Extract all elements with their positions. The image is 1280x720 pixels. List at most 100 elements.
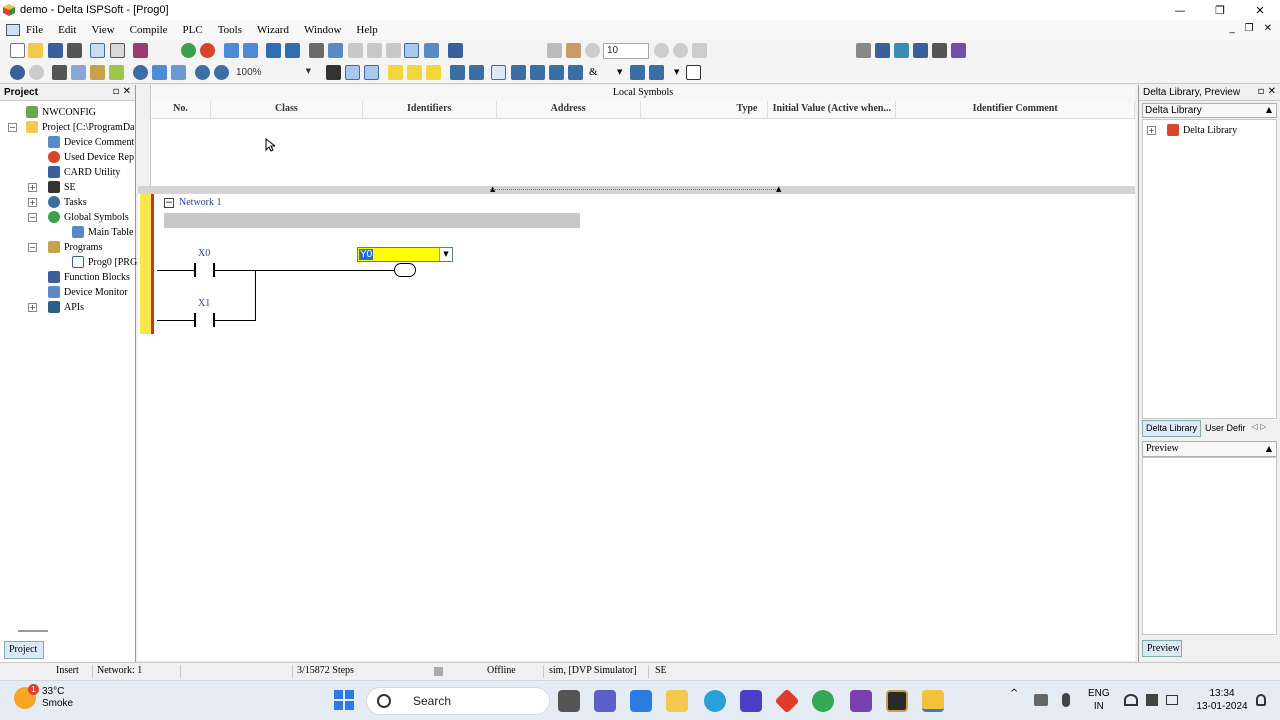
paste-icon[interactable] xyxy=(90,65,105,80)
goto-icon[interactable] xyxy=(171,65,186,80)
store-icon[interactable] xyxy=(630,690,652,712)
project-panel-controls[interactable]: ▫ ✕ xyxy=(113,86,131,97)
ladder-editor[interactable]: − Network 1 X0 X1 Y0 ▼ xyxy=(138,194,1135,661)
windows-start-icon[interactable] xyxy=(334,690,354,710)
tab-project[interactable]: Project xyxy=(4,641,44,659)
tree-item-nwconfig[interactable]: NWCONFIG xyxy=(26,105,96,119)
close-button[interactable]: ✕ xyxy=(1240,0,1280,20)
and-block-button[interactable]: & xyxy=(589,66,598,78)
window-icon[interactable] xyxy=(110,43,125,58)
menu-edit[interactable]: Edit xyxy=(58,24,76,36)
compile-icon[interactable] xyxy=(224,43,239,58)
column-header-identifier-comment[interactable]: Identifier Comment xyxy=(896,101,1135,118)
simulator-icon[interactable] xyxy=(448,43,463,58)
insert-below-icon[interactable] xyxy=(426,65,441,80)
tree-item-apis[interactable]: APIs xyxy=(48,300,84,314)
tree-item-programs[interactable]: Programs xyxy=(48,240,102,254)
network-comment-field[interactable] xyxy=(164,213,580,228)
stop-icon[interactable] xyxy=(200,43,215,58)
save-icon[interactable] xyxy=(48,43,63,58)
menu-file[interactable]: File xyxy=(26,24,43,36)
connect-icon[interactable] xyxy=(309,43,324,58)
teams-icon[interactable] xyxy=(594,690,616,712)
online-mode-icon[interactable] xyxy=(404,43,419,58)
menu-tools[interactable]: Tools xyxy=(218,24,242,36)
copy-icon[interactable] xyxy=(71,65,86,80)
menu-wizard[interactable]: Wizard xyxy=(257,24,289,36)
menu-window[interactable]: Window xyxy=(304,24,341,36)
library-panel-controls[interactable]: ▫ ✕ xyxy=(1258,86,1276,97)
find-icon[interactable] xyxy=(133,65,148,80)
media-app-icon[interactable] xyxy=(740,690,762,712)
chevron-up-icon[interactable]: ^ xyxy=(1010,687,1018,700)
tree-item-project[interactable]: Project [C:\ProgramDa xyxy=(26,120,134,134)
file-explorer-icon[interactable] xyxy=(666,690,688,712)
microphone-icon[interactable] xyxy=(1062,693,1070,707)
tree-item-device-comment[interactable]: Device Comment xyxy=(48,135,134,149)
compile-all-icon[interactable] xyxy=(243,43,258,58)
contact-x0-left[interactable] xyxy=(194,263,196,277)
network-tray-icon[interactable] xyxy=(1034,694,1048,706)
download-icon[interactable] xyxy=(266,43,281,58)
chevron-down-icon[interactable]: ▼ xyxy=(439,248,452,261)
collapse-up-icon[interactable]: ▲ xyxy=(1266,105,1272,114)
volume-icon[interactable] xyxy=(1146,694,1158,706)
pane-splitter[interactable]: ▲ ▲ xyxy=(138,185,1135,194)
column-header-no[interactable]: No. xyxy=(151,101,211,118)
collapse-network-button[interactable]: − xyxy=(164,197,174,208)
step-count-field[interactable]: 10 xyxy=(603,43,649,59)
tree-item-tasks[interactable]: Tasks xyxy=(48,195,87,209)
expand-toggle[interactable]: + xyxy=(28,183,37,192)
tab-scroll-arrows[interactable]: ◁ ▷ xyxy=(1250,420,1269,437)
run-icon[interactable] xyxy=(181,43,196,58)
clock[interactable]: 13:34 13-01-2024 xyxy=(1196,687,1248,713)
print-icon[interactable] xyxy=(67,43,82,58)
edge-icon[interactable] xyxy=(704,690,726,712)
collapse-up-icon[interactable]: ▲ xyxy=(776,185,781,193)
expand-toggle[interactable]: − xyxy=(28,243,37,252)
tab-delta-library[interactable]: Delta Library xyxy=(1142,420,1202,437)
monitor-icon[interactable] xyxy=(328,43,343,58)
column-header-type[interactable]: Type xyxy=(641,101,769,118)
tree-item-se[interactable]: SE xyxy=(48,180,76,194)
column-header-identifiers[interactable]: Identifiers xyxy=(363,101,497,118)
anydesk-icon[interactable] xyxy=(774,688,800,714)
open-folder-icon[interactable] xyxy=(28,43,43,58)
column-header-address[interactable]: Address xyxy=(497,101,641,118)
library-dropdown[interactable]: Delta Library ▲ xyxy=(1142,103,1277,118)
chrome-icon[interactable] xyxy=(812,690,834,712)
doc-close-button[interactable]: ✕ xyxy=(1264,23,1272,34)
battery-icon[interactable] xyxy=(1166,695,1178,705)
branch-icon[interactable] xyxy=(549,65,564,80)
parallel-icon[interactable] xyxy=(530,65,545,80)
insert-above-icon[interactable] xyxy=(407,65,422,80)
language-indicator[interactable]: ENG IN xyxy=(1088,687,1110,713)
tree-item-global-symbols[interactable]: Global Symbols xyxy=(48,210,129,224)
upload-icon[interactable] xyxy=(285,43,300,58)
wifi-icon[interactable] xyxy=(1124,694,1138,706)
zoom-in-icon[interactable] xyxy=(195,65,210,80)
online-icon[interactable] xyxy=(10,65,25,80)
wplsoft-icon[interactable] xyxy=(886,690,908,712)
menu-compile[interactable]: Compile xyxy=(130,24,168,36)
horizontal-line-icon[interactable] xyxy=(511,65,526,80)
zoom-select[interactable]: 100% ▼ xyxy=(232,65,314,81)
new-file-icon[interactable] xyxy=(10,43,25,58)
replace-icon[interactable] xyxy=(152,65,167,80)
menu-help[interactable]: Help xyxy=(356,24,377,36)
tree-item-prog0[interactable]: Prog0 [PRG xyxy=(72,255,137,269)
function-block-icon[interactable] xyxy=(630,65,645,80)
doc-restore-button[interactable]: ❐ xyxy=(1245,23,1254,34)
comment-toggle-icon[interactable] xyxy=(345,65,360,80)
insert-network-icon[interactable] xyxy=(388,65,403,80)
weather-widget[interactable]: 1 33°C Smoke xyxy=(14,684,73,710)
notification-bell-icon[interactable] xyxy=(1256,694,1266,706)
column-header-initial-value[interactable]: Initial Value (Active when... xyxy=(768,101,897,118)
coil-icon[interactable] xyxy=(568,65,583,80)
symbol-toggle-icon[interactable] xyxy=(364,65,379,80)
coil-device-input[interactable]: Y0 ▼ xyxy=(357,247,453,262)
api-icon[interactable] xyxy=(649,65,664,80)
expand-toggle[interactable]: − xyxy=(28,213,37,222)
io-icon[interactable] xyxy=(913,43,928,58)
output-coil[interactable] xyxy=(394,263,416,277)
